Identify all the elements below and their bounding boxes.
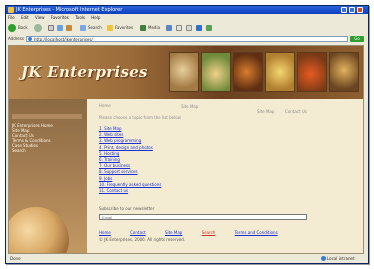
banner-photo-5	[297, 52, 327, 92]
footer-link-contact[interactable]: Contact	[130, 230, 146, 235]
sidebar-item-search[interactable]: Search	[12, 148, 26, 153]
banner-photo-4	[265, 52, 295, 92]
list-item[interactable]: 11. Contact us	[99, 188, 161, 194]
screen: JK Enterprises - Microsoft Internet Expl…	[0, 0, 374, 269]
top-link-contact[interactable]: Contact Us	[285, 109, 307, 114]
banner-photo-1	[169, 52, 199, 92]
footer-nav: Home Contact Site Map Search Terms and C…	[99, 230, 296, 235]
edit-icon[interactable]	[196, 25, 202, 31]
browser-window: JK Enterprises - Microsoft Internet Expl…	[5, 5, 369, 264]
menu-view[interactable]: View	[35, 15, 45, 20]
subscribe-email-input[interactable]	[99, 214, 307, 220]
history-icon[interactable]	[166, 25, 172, 31]
back-label[interactable]: Back	[18, 24, 28, 32]
site-logo[interactable]: JK Enterprises	[21, 63, 148, 81]
back-arrow-icon[interactable]	[8, 24, 16, 32]
menu-edit[interactable]: Edit	[21, 15, 29, 20]
refresh-icon[interactable]	[57, 25, 63, 31]
media-icon[interactable]	[140, 25, 146, 31]
stop-icon[interactable]	[48, 25, 54, 31]
intro-text: Please choose a topic from the list belo…	[99, 115, 181, 120]
banner-photo-6	[329, 52, 359, 92]
page-title: Site Map	[181, 104, 199, 109]
go-button[interactable]: Go	[350, 36, 364, 42]
main-content: Home Site Map Site Map Contact Us Please…	[89, 101, 361, 251]
footer-link-search[interactable]: Search	[202, 230, 216, 235]
title-bar[interactable]: JK Enterprises - Microsoft Internet Expl…	[6, 6, 368, 14]
menu-bar: File Edit View Favorites Tools Help	[8, 15, 105, 21]
security-zone: Local intranet	[320, 255, 364, 262]
address-input[interactable]: http://localhost/jkenterprises/	[26, 36, 348, 42]
zone-label: Local intranet	[327, 256, 355, 261]
home-icon[interactable]	[66, 25, 72, 31]
address-bar: Address http://localhost/jkenterprises/ …	[8, 35, 366, 43]
breadcrumb[interactable]: Home	[99, 103, 111, 108]
maximize-button[interactable]	[349, 7, 355, 13]
sidebar-decorative-image	[9, 207, 69, 253]
footer-link-site-map[interactable]: Site Map	[165, 230, 182, 235]
toolbar: Back Search Favorites Media	[8, 22, 366, 34]
menu-favorites[interactable]: Favorites	[51, 15, 69, 20]
subscribe-label: Subscribe to our newsletter	[99, 206, 155, 211]
menu-file[interactable]: File	[8, 15, 15, 20]
footer-link-terms[interactable]: Terms and Conditions	[235, 230, 278, 235]
messenger-icon[interactable]	[206, 25, 212, 31]
address-value: http://localhost/jkenterprises/	[34, 37, 93, 42]
copyright-text: © JK Enterprises, 2006. All rights reser…	[99, 237, 186, 242]
minimize-button[interactable]	[341, 7, 347, 13]
forward-arrow-icon[interactable]	[34, 24, 42, 32]
status-bar: Done Local intranet	[8, 255, 366, 262]
favorites-label[interactable]: Favorites	[115, 24, 133, 32]
footer-link-home[interactable]: Home	[99, 230, 111, 235]
status-text: Done	[10, 256, 21, 261]
address-label: Address	[8, 36, 24, 41]
menu-help[interactable]: Help	[91, 15, 100, 20]
search-icon[interactable]	[80, 25, 86, 31]
close-button[interactable]	[357, 7, 363, 13]
print-icon[interactable]	[186, 25, 192, 31]
list-item[interactable]: 4. Print, design and photos	[99, 145, 161, 151]
search-label[interactable]: Search	[88, 24, 102, 32]
favorites-icon[interactable]	[107, 25, 113, 31]
web-page: JK Enterprises JK Enterprises Home Site …	[8, 45, 364, 254]
sitemap-link-list: 1. Site Map 2. Web sites 3. Web programm…	[99, 126, 161, 194]
site-sidebar: JK Enterprises Home Site Map Contact Us …	[9, 99, 87, 253]
site-banner: JK Enterprises	[9, 46, 363, 99]
page-icon	[28, 37, 32, 41]
media-label[interactable]: Media	[148, 24, 160, 32]
ie-icon	[8, 7, 14, 13]
top-link-site-map[interactable]: Site Map	[257, 109, 274, 114]
menu-tools[interactable]: Tools	[75, 15, 85, 20]
globe-icon	[321, 256, 326, 261]
window-title: JK Enterprises - Microsoft Internet Expl…	[16, 7, 123, 13]
sidebar-heading	[12, 114, 82, 119]
banner-photo-2	[201, 52, 231, 92]
mail-icon[interactable]	[176, 25, 182, 31]
banner-photo-3	[233, 52, 263, 92]
